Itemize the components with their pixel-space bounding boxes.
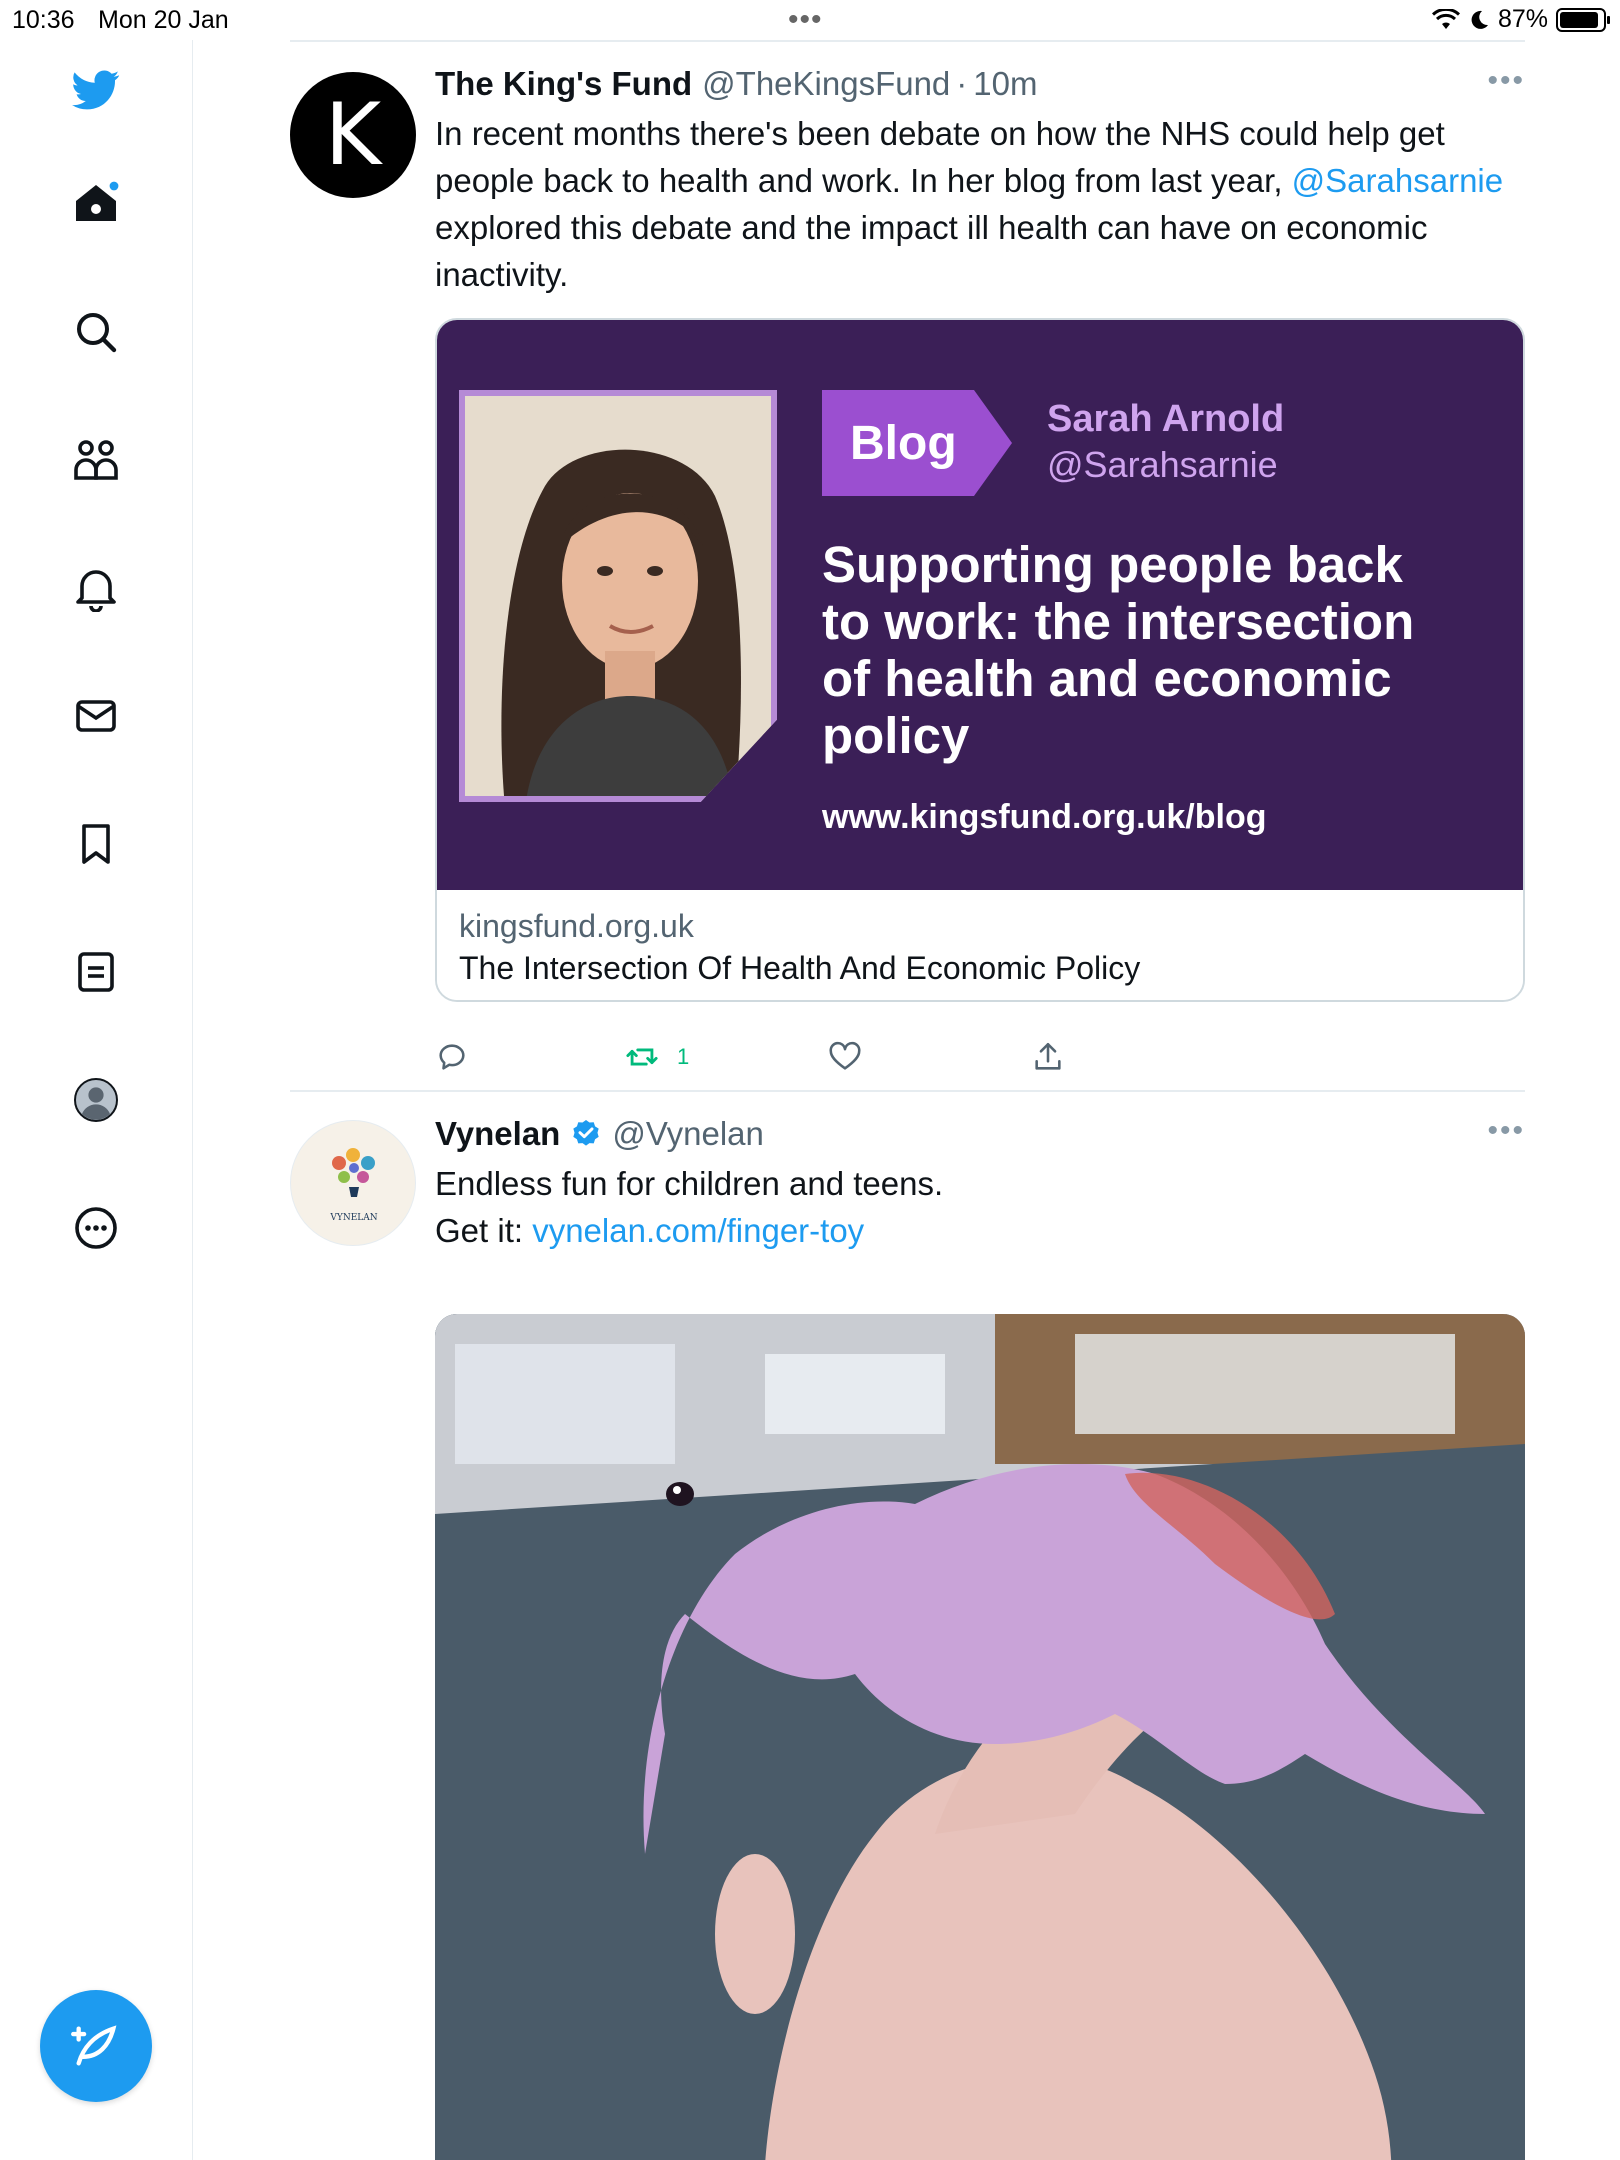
bookmarks-icon[interactable] <box>66 814 126 874</box>
verified-badge-icon <box>570 1118 602 1150</box>
do-not-disturb-moon-icon <box>1471 10 1488 29</box>
battery-percent: 87% <box>1497 5 1548 33</box>
more-icon[interactable] <box>66 1198 126 1258</box>
retweet-button[interactable]: 1 <box>625 1040 689 1074</box>
tweet-text: In recent months there's been debate on … <box>435 110 1525 298</box>
home-icon[interactable] <box>66 173 126 233</box>
author-handle[interactable]: @TheKingsFund <box>702 64 950 104</box>
share-icon <box>1035 1042 1061 1070</box>
card-image: Blog Sarah Arnold @Sarahsarnie Supportin… <box>437 320 1523 890</box>
tweet-actions: 1 <box>435 1040 1525 1080</box>
card-url-text: www.kingsfund.org.uk/blog <box>822 798 1267 836</box>
twitter-logo-icon[interactable] <box>66 60 126 120</box>
reply-button[interactable] <box>435 1040 469 1074</box>
lists-icon[interactable] <box>66 942 126 1002</box>
status-date: Mon 20 Jan <box>98 6 229 34</box>
status-bar: 10:36 Mon 20 Jan ••• 87% <box>0 0 1620 40</box>
mention-link[interactable]: @Sarahsarnie <box>1292 162 1503 199</box>
avatar-kingsfund[interactable]: K <box>290 72 416 198</box>
tweet-text-part: Get it: <box>435 1212 533 1249</box>
profile-icon[interactable] <box>66 1070 126 1130</box>
tweet-line: Endless fun for children and teens. <box>435 1165 944 1202</box>
media-frame <box>435 1314 1525 2160</box>
avatar-letter: K <box>324 85 382 185</box>
more-options-icon[interactable]: ••• <box>1487 64 1525 98</box>
tweet-body: The King's Fund @TheKingsFund · 10m ••• … <box>435 64 1525 298</box>
tweet-kingsfund[interactable]: K The King's Fund @TheKingsFund · 10m ••… <box>290 40 1525 1090</box>
search-icon[interactable] <box>66 302 126 362</box>
card-title: The Intersection Of Health And Economic … <box>459 950 1141 986</box>
reply-icon <box>439 1044 465 1070</box>
sidebar <box>0 40 193 2160</box>
tweet-text: Endless fun for children and teens. Get … <box>435 1160 1525 1254</box>
wifi-icon <box>1431 8 1460 29</box>
like-button[interactable] <box>828 1040 862 1074</box>
share-button[interactable] <box>1031 1040 1065 1074</box>
more-options-icon[interactable]: ••• <box>1487 1114 1525 1148</box>
tweet-header: The King's Fund @TheKingsFund · 10m <box>435 64 1525 104</box>
author-photo <box>459 390 777 802</box>
card-headline: Supporting people back to work: the inte… <box>822 536 1415 764</box>
author-handle[interactable]: @Vynelan <box>612 1114 764 1154</box>
retweet-count: 1 <box>677 1044 690 1069</box>
blog-badge: Blog <box>822 390 1012 496</box>
tweet-vynelan[interactable]: VYNELAN Vynelan @Vynelan ••• Endless fun… <box>290 1092 1525 2160</box>
messages-icon[interactable] <box>66 686 126 746</box>
compose-tweet-icon <box>71 2025 117 2066</box>
tweet-media-video[interactable] <box>435 1314 1525 2160</box>
multitasking-dots-icon[interactable]: ••• <box>788 3 823 37</box>
card-author-handle: @Sarahsarnie <box>1047 444 1278 485</box>
header-separator: · <box>956 65 968 102</box>
tweet-header: Vynelan @Vynelan <box>435 1114 1525 1154</box>
author-name[interactable]: The King's Fund <box>435 64 692 104</box>
status-time: 10:36 <box>12 6 75 34</box>
status-right: 87% <box>1431 5 1610 34</box>
product-link[interactable]: vynelan.com/finger-toy <box>532 1212 864 1249</box>
battery-icon <box>1556 7 1610 32</box>
card-domain: kingsfund.org.uk <box>459 908 694 944</box>
avatar-vynelan[interactable]: VYNELAN <box>290 1120 416 1246</box>
tweet-body: Vynelan @Vynelan ••• Endless fun for chi… <box>435 1114 1525 1254</box>
card-author-name: Sarah Arnold <box>1047 398 1285 440</box>
heart-icon <box>829 1041 861 1070</box>
communities-icon[interactable] <box>66 430 126 490</box>
tweet-line: Get it: vynelan.com/finger-toy <box>435 1207 1525 1254</box>
link-card[interactable]: Blog Sarah Arnold @Sarahsarnie Supportin… <box>435 318 1525 1002</box>
tweet-time[interactable]: 10m <box>973 64 1037 104</box>
author-name[interactable]: Vynelan <box>435 1114 560 1154</box>
compose-tweet-button[interactable] <box>40 1990 152 2102</box>
retweet-icon <box>626 1048 658 1066</box>
card-meta: kingsfund.org.uk The Intersection Of Hea… <box>437 890 1523 1000</box>
avatar-brand-text: VYNELAN <box>330 1213 378 1223</box>
notifications-icon[interactable] <box>66 558 126 618</box>
tweet-text-part: explored this debate and the impact ill … <box>435 209 1428 293</box>
